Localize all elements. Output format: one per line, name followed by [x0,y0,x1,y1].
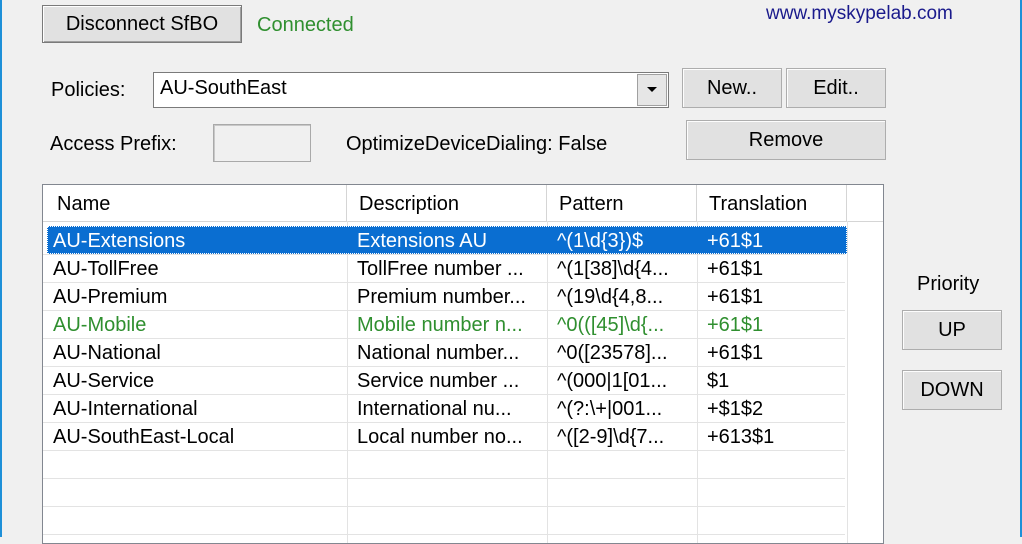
connection-status: Connected [257,14,354,36]
access-prefix-field[interactable] [213,124,311,162]
table-row[interactable]: AU-Mobile Mobile number n... ^0(([45]\d{… [47,310,847,338]
priority-label: Priority [917,273,980,295]
rule-translation: $1 [707,370,730,392]
column-header-description[interactable]: Description [347,185,547,221]
rule-description: Premium number... [357,286,526,308]
rule-description: National number... [357,342,520,364]
rule-description: Extensions AU [357,230,488,252]
chevron-down-icon[interactable] [637,74,667,106]
rule-translation: +$1$2 [707,398,764,420]
table-row[interactable]: AU-Extensions Extensions AU ^(1\d{3})$ +… [47,226,847,254]
column-header-pattern[interactable]: Pattern [547,185,697,221]
rule-pattern: ^(000|1[01... [557,370,668,392]
rule-description: Mobile number n... [357,314,523,336]
rule-description: International nu... [357,398,512,420]
priority-down-button[interactable]: DOWN [902,370,1002,410]
table-row[interactable]: AU-Premium Premium number... ^(19\d{4,8.… [47,282,847,310]
rule-description: Local number no... [357,426,523,448]
rule-pattern: ^0([23578]... [557,342,668,364]
rule-pattern: ^(?:\+|001... [557,398,663,420]
policy-select[interactable]: AU-SouthEast [153,72,669,108]
rule-name: AU-Premium [53,286,168,308]
rule-name: AU-Mobile [53,314,147,336]
rule-translation: +61$1 [707,230,764,252]
priority-up-button[interactable]: UP [902,310,1002,350]
rule-description: TollFree number ... [357,258,524,280]
rule-translation: +61$1 [707,286,764,308]
table-row[interactable]: AU-National National number... ^0([23578… [47,338,847,366]
disconnect-button[interactable]: Disconnect SfBO [42,5,242,43]
edit-policy-button[interactable]: Edit.. [786,68,886,108]
optimize-device-dialing-text: OptimizeDeviceDialing: False [346,133,608,155]
table-row[interactable]: AU-Service Service number ... ^(000|1[01… [47,366,847,394]
window-left-border [0,0,2,537]
rule-name: AU-Extensions [53,230,186,252]
rule-translation: +61$1 [707,342,764,364]
rule-translation: +61$1 [707,314,764,336]
policies-label: Policies: [51,79,126,101]
rule-translation: +613$1 [707,426,775,448]
grid-line [43,506,845,507]
rule-description: Service number ... [357,370,520,392]
rule-pattern: ^(1\d{3})$ [557,230,644,252]
rule-name: AU-Service [53,370,155,392]
table-row[interactable]: AU-International International nu... ^(?… [47,394,847,422]
rule-pattern: ^([2-9]\d{7... [557,426,665,448]
grid-line [43,534,845,535]
rule-pattern: ^(1[38]\d{4... [557,258,669,280]
table-row[interactable]: AU-TollFree TollFree number ... ^(1[38]\… [47,254,847,282]
rule-name: AU-SouthEast-Local [53,426,235,448]
policy-select-value: AU-SouthEast [160,77,287,99]
rule-pattern: ^0(([45]\d{... [557,314,665,336]
site-link[interactable]: www.myskypelab.com [766,3,953,25]
grid-line [43,478,845,479]
rules-list[interactable]: Name Description Pattern Translation AU-… [42,184,884,544]
grid-line [43,450,845,451]
rule-name: AU-National [53,342,161,364]
new-policy-button[interactable]: New.. [682,68,782,108]
rule-name: AU-International [53,398,198,420]
access-prefix-label: Access Prefix: [50,133,177,155]
rule-translation: +61$1 [707,258,764,280]
table-row[interactable]: AU-SouthEast-Local Local number no... ^(… [47,422,847,450]
remove-policy-button[interactable]: Remove [686,120,886,160]
rule-name: AU-TollFree [53,258,159,280]
column-header-translation[interactable]: Translation [697,185,847,221]
rule-pattern: ^(19\d{4,8... [557,286,664,308]
column-header-name[interactable]: Name [45,185,347,221]
rules-list-header: Name Description Pattern Translation [43,185,883,222]
grid-line [847,221,848,543]
